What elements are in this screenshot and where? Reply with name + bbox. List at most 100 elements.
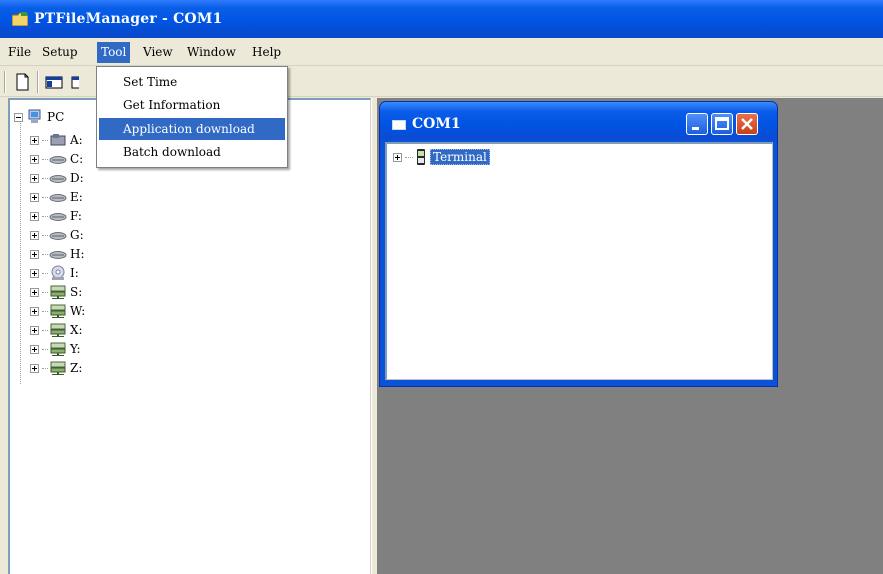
menu-setup[interactable]: Setup [38, 43, 82, 62]
tree-line [405, 156, 413, 158]
tree-node-drive[interactable]: H: [30, 245, 85, 263]
expand-icon[interactable] [30, 154, 39, 164]
expand-icon[interactable] [30, 287, 39, 297]
expand-icon[interactable] [393, 152, 402, 162]
tree-node-pc[interactable]: PC [14, 108, 64, 126]
tree-line [42, 348, 48, 350]
tree-line [42, 253, 48, 255]
maximize-button[interactable] [711, 113, 733, 135]
network-drive-icon [49, 341, 67, 357]
menu-item-batch-download[interactable]: Batch download [99, 141, 285, 163]
tree-label-drive: D: [70, 171, 84, 185]
tree-node-drive[interactable]: D: [30, 169, 84, 187]
hard-drive-icon [49, 227, 67, 243]
folder-app-icon [11, 12, 29, 27]
close-icon [741, 118, 753, 130]
tree-node-drive[interactable]: S: [30, 283, 82, 301]
expand-icon[interactable] [30, 173, 39, 183]
tree-node-drive[interactable]: C: [30, 150, 83, 168]
tree-line [42, 177, 48, 179]
tree-line [42, 139, 48, 141]
maximize-icon [715, 117, 729, 130]
tree-node-drive[interactable]: E: [30, 188, 83, 206]
expand-icon[interactable] [30, 325, 39, 335]
menu-view[interactable]: View [139, 43, 177, 62]
child-title-bar[interactable]: COM1 [380, 102, 777, 140]
menu-bar: File Setup Tool View Window Help [0, 38, 883, 66]
new-document-icon[interactable] [11, 71, 33, 93]
cd-drive-icon [49, 265, 67, 281]
hard-drive-icon [49, 170, 67, 186]
menu-item-application-download[interactable]: Application download [99, 118, 285, 140]
tree-label-drive: Y: [70, 342, 81, 356]
tree-label-drive: G: [70, 228, 84, 242]
tree-label-drive: Z: [70, 361, 83, 375]
menu-item-set-time[interactable]: Set Time [99, 71, 285, 93]
expand-icon[interactable] [30, 249, 39, 259]
tree-line [42, 310, 48, 312]
expand-icon[interactable] [30, 268, 39, 278]
view-toggle-icon[interactable] [67, 71, 79, 93]
tree-line [42, 272, 48, 274]
com1-child-window[interactable]: COM1 Terminal [379, 101, 778, 387]
minimize-icon [692, 127, 699, 130]
tree-line [42, 291, 48, 293]
menu-help[interactable]: Help [248, 43, 285, 62]
hard-drive-icon [49, 246, 67, 262]
window-title: PTFileManager - COM1 [34, 11, 223, 27]
tree-label-drive: H: [70, 247, 85, 261]
tree-label-drive: E: [70, 190, 83, 204]
window-icon [392, 120, 406, 130]
expand-icon[interactable] [30, 230, 39, 240]
toolbar-grip [4, 71, 6, 93]
tree-line [42, 234, 48, 236]
tree-line [20, 114, 21, 384]
handheld-terminal-icon [415, 149, 427, 165]
tree-line [42, 196, 48, 198]
network-drive-icon [49, 360, 67, 376]
tree-line [42, 215, 48, 217]
collapse-icon[interactable] [14, 112, 23, 122]
tree-label-drive: A: [70, 133, 83, 147]
tree-node-drive[interactable]: Y: [30, 340, 80, 358]
tree-label-drive: I: [70, 266, 79, 280]
tree-node-drive[interactable]: X: [30, 321, 83, 339]
hard-drive-icon [49, 208, 67, 224]
computer-icon [26, 109, 44, 125]
expand-icon[interactable] [30, 344, 39, 354]
tree-line [42, 367, 48, 369]
tree-node-drive[interactable]: F: [30, 207, 82, 225]
expand-icon[interactable] [30, 211, 39, 221]
tool-menu-dropdown: Set Time Get Information Application dow… [96, 66, 288, 168]
floppy-drive-icon [49, 132, 67, 148]
menu-item-get-information[interactable]: Get Information [99, 94, 285, 116]
menu-tool[interactable]: Tool [97, 42, 131, 63]
tree-label-drive: F: [70, 209, 82, 223]
tree-node-drive[interactable]: Z: [30, 359, 82, 377]
expand-icon[interactable] [30, 135, 39, 145]
tree-label-drive: W: [70, 304, 86, 318]
main-title-bar[interactable]: PTFileManager - COM1 [0, 0, 883, 38]
tree-line [42, 158, 48, 160]
com1-tree-view[interactable]: Terminal [385, 142, 773, 380]
tree-label-drive: X: [70, 323, 83, 337]
close-button[interactable] [736, 113, 758, 135]
tree-label-drive: C: [70, 152, 84, 166]
menu-file[interactable]: File [4, 43, 35, 62]
child-window-title: COM1 [412, 116, 461, 132]
drive-tree-panel[interactable]: PC A: C: D: E: F: G: H: I: S: W: X: Y: Z: [8, 98, 371, 574]
minimize-button[interactable] [686, 113, 708, 135]
toolbar-separator [37, 71, 39, 93]
menu-window[interactable]: Window [183, 43, 240, 62]
expand-icon[interactable] [30, 363, 39, 373]
tree-node-drive[interactable]: W: [30, 302, 85, 320]
tree-node-drive[interactable]: A: [30, 131, 83, 149]
view-layout-icon[interactable] [43, 71, 65, 93]
tree-node-drive[interactable]: G: [30, 226, 84, 244]
expand-icon[interactable] [30, 192, 39, 202]
network-drive-icon [49, 322, 67, 338]
tree-node-drive[interactable]: I: [30, 264, 79, 282]
network-drive-icon [49, 284, 67, 300]
tree-node-terminal[interactable]: Terminal [393, 148, 490, 166]
expand-icon[interactable] [30, 306, 39, 316]
